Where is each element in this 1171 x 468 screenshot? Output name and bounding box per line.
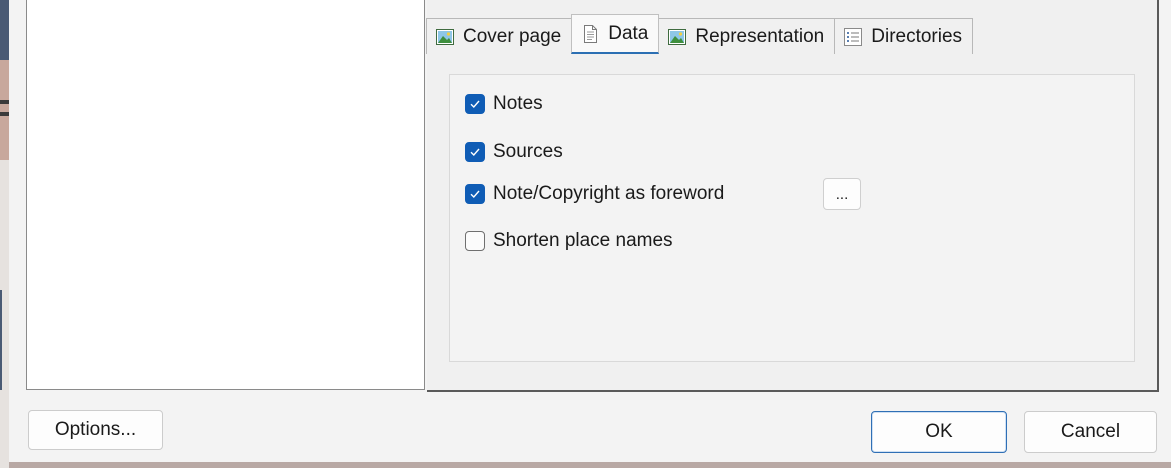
- background-window-bottom-edge: [9, 462, 1171, 468]
- note-copyright-foreword-checkbox[interactable]: Note/Copyright as foreword: [465, 182, 724, 206]
- sources-label: Sources: [493, 141, 563, 162]
- document-icon: [580, 24, 600, 44]
- notes-checkbox[interactable]: Notes: [465, 92, 543, 116]
- checkmark-icon: [470, 100, 480, 109]
- checkbox-checked[interactable]: [465, 142, 485, 162]
- checkmark-icon: [470, 190, 480, 199]
- picture-icon: [435, 27, 455, 47]
- report-list-panel[interactable]: [26, 0, 425, 390]
- tab-label: Representation: [695, 25, 825, 47]
- data-options-group: [449, 74, 1135, 362]
- sources-checkbox[interactable]: Sources: [465, 140, 563, 164]
- list-icon: [843, 27, 863, 47]
- cancel-button[interactable]: Cancel: [1024, 411, 1157, 453]
- picture-icon: [667, 27, 687, 47]
- checkbox-unchecked[interactable]: [465, 231, 485, 251]
- background-window-edge: [0, 0, 9, 468]
- shorten-place-names-label: Shorten place names: [493, 230, 673, 251]
- note-copyright-foreword-label: Note/Copyright as foreword: [493, 183, 725, 204]
- tab-data[interactable]: Data: [571, 14, 660, 54]
- tab-directories[interactable]: Directories: [834, 18, 974, 54]
- checkbox-checked[interactable]: [465, 184, 485, 204]
- shorten-place-names-checkbox[interactable]: Shorten place names: [465, 229, 673, 253]
- tab-strip: Cover page Data Representation Directori…: [426, 14, 974, 54]
- tab-cover-page[interactable]: Cover page: [426, 18, 573, 54]
- tab-label: Data: [608, 22, 649, 44]
- checkmark-icon: [470, 148, 480, 157]
- tab-label: Cover page: [463, 25, 562, 47]
- foreword-settings-button[interactable]: ...: [823, 178, 861, 210]
- notes-label: Notes: [493, 93, 543, 114]
- options-button[interactable]: Options...: [28, 410, 163, 450]
- ok-button[interactable]: OK: [871, 411, 1007, 453]
- checkbox-checked[interactable]: [465, 94, 485, 114]
- tab-representation[interactable]: Representation: [658, 18, 836, 54]
- tab-label: Directories: [871, 25, 963, 47]
